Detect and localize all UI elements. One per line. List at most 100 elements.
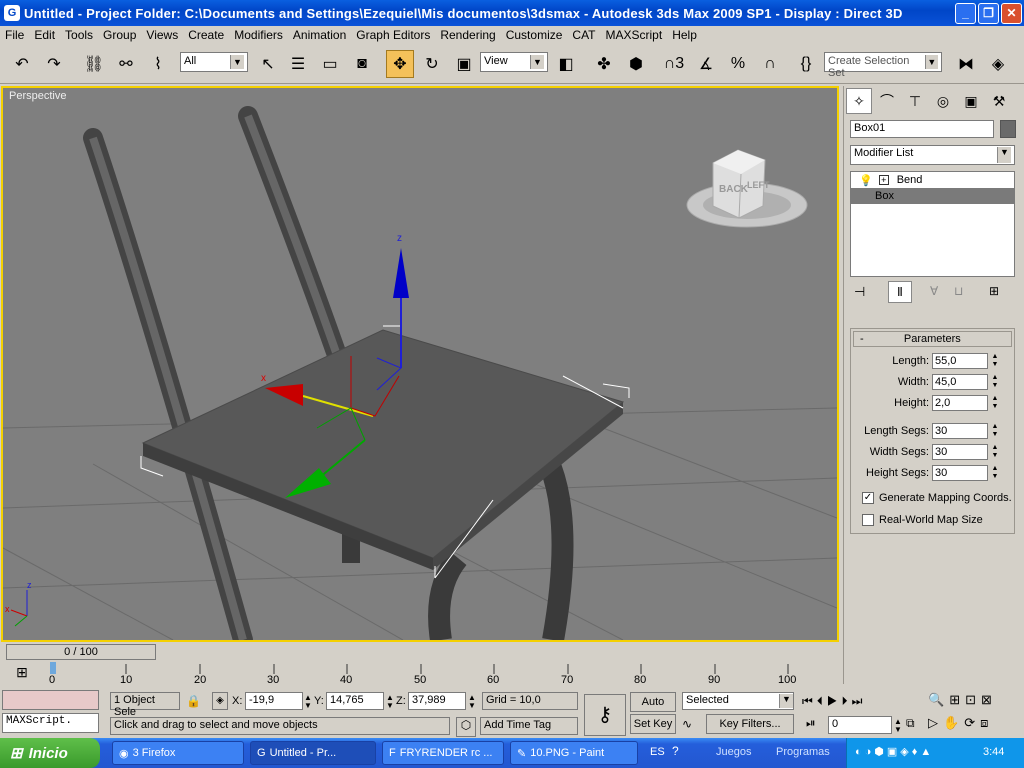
zoom-all-icon[interactable]: ⊞ bbox=[949, 692, 965, 707]
checkbox-mark[interactable]: ✓ bbox=[862, 492, 874, 504]
spinner-arrows-icon[interactable]: ▲ ▼ bbox=[990, 444, 1000, 460]
go-to-end-icon[interactable]: ⏭ bbox=[852, 694, 867, 708]
x-coordinate-input[interactable]: -19,9 bbox=[245, 692, 303, 710]
undo-icon[interactable]: ↶ bbox=[8, 50, 36, 78]
field-of-view-icon[interactable]: ▷ bbox=[928, 715, 943, 730]
zoom-icon[interactable]: 🔍 bbox=[928, 692, 949, 707]
hierarchy-tab-icon[interactable]: ⊤ bbox=[902, 88, 928, 114]
start-button[interactable]: ⊞ Inicio bbox=[0, 738, 100, 768]
spinner-arrows-icon[interactable]: ▲ ▼ bbox=[990, 465, 1000, 481]
reference-coordinate-dropdown[interactable]: View ▼ bbox=[480, 52, 548, 72]
unlink-selection-icon[interactable]: ⚯ bbox=[112, 50, 140, 78]
auto-key-button[interactable]: Auto Key bbox=[630, 692, 676, 726]
angle-snap-icon[interactable]: ∡ bbox=[692, 50, 720, 78]
select-and-move-icon[interactable]: ✥ bbox=[386, 50, 414, 78]
add-time-tag-button[interactable]: Add Time Tag bbox=[480, 717, 578, 735]
bind-to-space-warp-icon[interactable]: ⌇ bbox=[144, 50, 172, 78]
set-key-button[interactable]: Set Key bbox=[630, 714, 676, 734]
gizmo-z-cone[interactable] bbox=[393, 248, 409, 298]
menu-modifiers[interactable]: Modifiers bbox=[229, 28, 288, 42]
length-segs-input[interactable]: 30 bbox=[932, 423, 988, 439]
time-tag-icon[interactable]: ⬡ bbox=[456, 717, 476, 737]
help-icon[interactable]: ? bbox=[672, 744, 679, 758]
spinner-arrows-icon[interactable]: ▲ ▼ bbox=[468, 694, 476, 710]
toolbar-programas[interactable]: Programas bbox=[776, 746, 830, 758]
time-slider[interactable]: 0 / 100 bbox=[6, 644, 156, 660]
timeline-ruler[interactable] bbox=[44, 662, 842, 674]
object-name-field[interactable]: Box01 bbox=[850, 120, 994, 138]
width-input[interactable]: 45,0 bbox=[932, 374, 988, 390]
maxscript-listener-mini[interactable] bbox=[2, 690, 99, 710]
redo-icon[interactable]: ↷ bbox=[40, 50, 68, 78]
lock-selection-icon[interactable]: 🔒 bbox=[186, 694, 201, 708]
spinner-arrows-icon[interactable]: ▲ ▼ bbox=[304, 694, 312, 710]
select-and-scale-icon[interactable]: ▣ bbox=[450, 50, 478, 78]
menu-edit[interactable]: Edit bbox=[29, 28, 60, 42]
display-tab-icon[interactable]: ▣ bbox=[958, 88, 984, 114]
menu-cat[interactable]: CAT bbox=[567, 28, 600, 42]
modifier-stack-item-box[interactable]: Box bbox=[851, 188, 1014, 204]
taskbar-item-firefox[interactable]: ◉ 3 Firefox bbox=[112, 741, 244, 765]
window-crossing-icon[interactable]: ◙ bbox=[348, 50, 376, 78]
height-segs-input[interactable]: 30 bbox=[932, 465, 988, 481]
key-curve-icon[interactable]: ∿ bbox=[682, 717, 702, 731]
menu-tools[interactable]: Tools bbox=[60, 28, 98, 42]
collapse-minus-icon[interactable]: - bbox=[854, 333, 870, 345]
pin-stack-icon[interactable]: ⊣ bbox=[854, 284, 865, 300]
spinner-arrows-icon[interactable]: ▲ ▼ bbox=[386, 694, 394, 710]
create-tab-icon[interactable]: ✧ bbox=[846, 88, 872, 114]
menu-help[interactable]: Help bbox=[667, 28, 702, 42]
menu-customize[interactable]: Customize bbox=[501, 28, 568, 42]
lightbulb-icon[interactable]: 💡 bbox=[859, 174, 873, 187]
spinner-arrows-icon[interactable]: ▲ ▼ bbox=[990, 395, 1000, 411]
modifier-list-dropdown[interactable]: Modifier List ▼ bbox=[850, 145, 1015, 165]
utilities-tab-icon[interactable]: ⚒ bbox=[986, 88, 1012, 114]
3dsmax-app-icon[interactable]: G bbox=[4, 5, 20, 21]
menu-views[interactable]: Views bbox=[141, 28, 183, 42]
previous-frame-icon[interactable]: ⏴ bbox=[817, 694, 827, 708]
play-icon[interactable]: ▶ bbox=[827, 694, 842, 708]
spinner-snap-icon[interactable]: ∩ bbox=[756, 50, 784, 78]
mirror-icon[interactable]: ⧓ bbox=[952, 50, 980, 78]
menu-graph-editors[interactable]: Graph Editors bbox=[351, 28, 435, 42]
mini-curve-editor-icon[interactable]: ⊞ bbox=[8, 664, 36, 686]
taskbar-item-paint[interactable]: ✎ 10.PNG - Paint bbox=[510, 741, 638, 765]
taskbar-item-fryrender[interactable]: F FRYRENDER rc ... bbox=[382, 741, 504, 765]
absolute-mode-icon[interactable]: ◈ bbox=[212, 692, 228, 710]
selection-filter-dropdown[interactable]: All ▼ bbox=[180, 52, 248, 72]
toolbar-juegos[interactable]: Juegos bbox=[716, 746, 751, 758]
next-frame-icon[interactable]: ⏵ bbox=[842, 694, 852, 708]
go-to-start-icon[interactable]: ⏮ bbox=[802, 694, 817, 708]
clock[interactable]: 3:44 bbox=[983, 746, 1004, 758]
z-coordinate-input[interactable]: 37,989 bbox=[408, 692, 466, 710]
object-color-swatch[interactable] bbox=[1000, 120, 1016, 138]
edit-named-selection-icon[interactable]: {} bbox=[792, 50, 820, 78]
key-filters-button[interactable]: Key Filters... bbox=[706, 714, 794, 734]
percent-snap-icon[interactable]: % bbox=[724, 50, 752, 78]
language-indicator[interactable]: ES bbox=[650, 746, 665, 758]
remove-modifier-icon[interactable]: ⊔ bbox=[954, 284, 963, 298]
current-frame-input[interactable]: 0 bbox=[828, 716, 892, 734]
menu-maxscript[interactable]: MAXScript bbox=[601, 28, 668, 42]
y-coordinate-input[interactable]: 14,765 bbox=[326, 692, 384, 710]
key-mode-dropdown[interactable]: Selected ▼ bbox=[682, 692, 794, 710]
expand-plus-icon[interactable]: + bbox=[878, 175, 889, 185]
manipulate-icon[interactable]: ✤ bbox=[590, 50, 618, 78]
menu-file[interactable]: File bbox=[0, 28, 29, 42]
snaps-toggle-icon[interactable]: ∩3 bbox=[660, 50, 688, 78]
viewcube-back-face[interactable]: BACK bbox=[719, 184, 749, 195]
make-unique-icon[interactable]: ∀ bbox=[930, 284, 938, 298]
spinner-arrows-icon[interactable]: ▲ ▼ bbox=[894, 718, 902, 734]
width-segs-input[interactable]: 30 bbox=[932, 444, 988, 460]
menu-rendering[interactable]: Rendering bbox=[435, 28, 500, 42]
zoom-extents-icon[interactable]: ⊡ bbox=[965, 692, 981, 707]
select-and-link-icon[interactable]: ⛓ bbox=[80, 50, 108, 78]
orbit-icon[interactable]: ⟳ bbox=[964, 715, 980, 730]
minimize-button[interactable]: _ bbox=[955, 3, 976, 24]
checkbox-mark[interactable] bbox=[862, 514, 874, 526]
pivot-center-icon[interactable]: ◧ bbox=[552, 50, 580, 78]
motion-tab-icon[interactable]: ◎ bbox=[930, 88, 956, 114]
tray-icons[interactable]: ◐◑⬢▣◈♦▲ bbox=[855, 745, 934, 758]
menu-group[interactable]: Group bbox=[98, 28, 141, 42]
length-input[interactable]: 55,0 bbox=[932, 353, 988, 369]
